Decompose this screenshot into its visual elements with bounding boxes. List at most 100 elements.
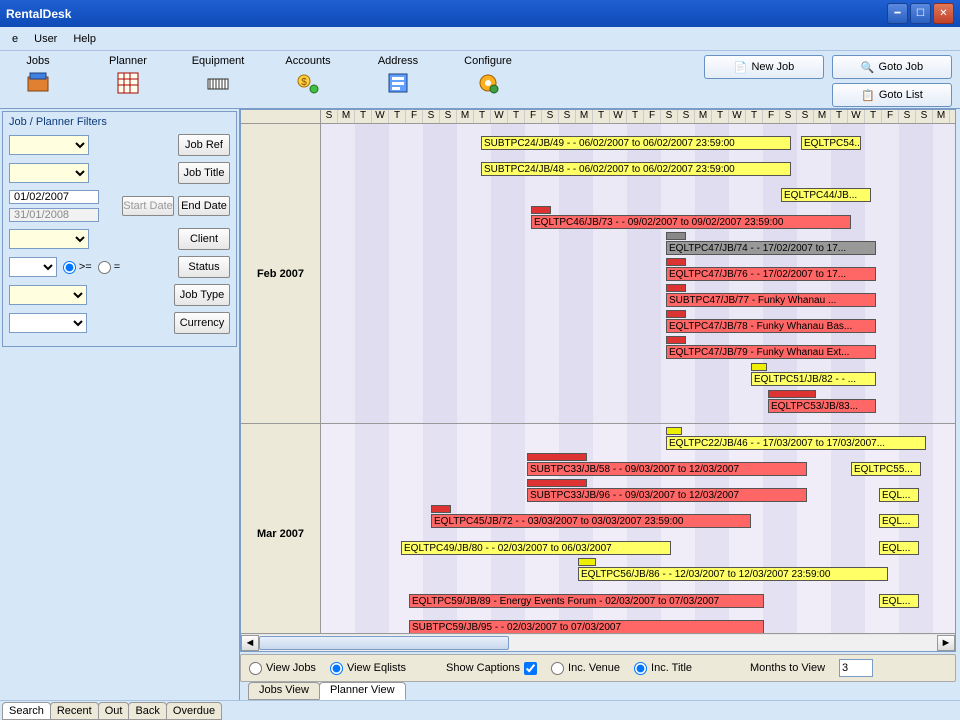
start-date-button[interactable]: Start Date [122,196,174,216]
gantt-bar[interactable]: EQLTPC53/JB/83... [768,399,876,413]
gantt-chart: SMTWTFSSMTWTFSSMTWTFSSMTWTFSSMTWTFSSM Fe… [240,109,956,652]
gantt-bar[interactable]: EQLTPC45/JB/72 - - 03/03/2007 to 03/03/2… [431,514,751,528]
tab-out[interactable]: Out [98,702,130,720]
planner-view: SMTWTFSSMTWTFSSMTWTFSSMTWTFSSMTWTFSSM Fe… [240,109,960,700]
toolbar-address[interactable]: Address [368,55,428,95]
vieweqlists-radio[interactable]: View Eqlists [330,662,406,675]
gantt-pill[interactable] [768,390,816,398]
gantt-bar[interactable]: EQLTPC56/JB/86 - - 12/03/2007 to 12/03/2… [578,567,888,581]
currency-combo[interactable] [9,313,87,333]
gantt-bar[interactable]: EQLTPC54... [801,136,861,150]
gantt-bar[interactable]: EQLTPC47/JB/76 - - 17/02/2007 to 17... [666,267,876,281]
gantt-pill[interactable] [666,258,686,266]
months-spinbox[interactable] [839,659,873,677]
viewjobs-radio[interactable]: View Jobs [249,662,316,675]
jobref-combo[interactable] [9,135,89,155]
goto-list-button[interactable]: 📋 Goto List [832,83,952,107]
gantt-bar[interactable]: EQL... [879,541,919,555]
end-date-button[interactable]: End Date [178,196,230,216]
toolbar-equipment[interactable]: Equipment [188,55,248,95]
status-combo[interactable] [9,257,57,277]
menu-help[interactable]: Help [65,30,104,48]
gantt-bar[interactable]: SUBTPC33/JB/58 - - 09/03/2007 to 12/03/2… [527,462,807,476]
gantt-bar[interactable]: EQLTPC46/JB/73 - - 09/02/2007 to 09/02/2… [531,215,851,229]
minimize-button[interactable]: ━ [887,3,908,24]
menu-e[interactable]: e [4,30,26,48]
jobtype-combo[interactable] [9,285,87,305]
close-button[interactable]: ✕ [933,3,954,24]
toolbar-accounts[interactable]: Accounts $ [278,55,338,95]
scroll-right-icon[interactable]: ► [937,635,955,651]
gantt-bar[interactable]: SUBTPC33/JB/96 - - 09/03/2007 to 12/03/2… [527,488,807,502]
gantt-pill[interactable] [666,232,686,240]
goto-job-button[interactable]: 🔍 Goto Job [832,55,952,79]
toolbar-jobs[interactable]: Jobs [8,55,68,95]
new-job-button[interactable]: 📄 New Job [704,55,824,79]
gantt-bar[interactable]: EQLTPC22/JB/46 - - 17/03/2007 to 17/03/2… [666,436,926,450]
start-date-input[interactable] [9,190,99,204]
tab-back[interactable]: Back [128,702,166,720]
tab-recent[interactable]: Recent [50,702,99,720]
gantt-pill[interactable] [751,363,767,371]
tab-jobs-view[interactable]: Jobs View [248,682,320,700]
gantt-pill[interactable] [431,505,451,513]
gantt-pill[interactable] [531,206,551,214]
client-button[interactable]: Client [178,228,230,250]
gantt-pill[interactable] [578,558,596,566]
scroll-left-icon[interactable]: ◄ [241,635,259,651]
status-button[interactable]: Status [178,256,230,278]
gantt-bar[interactable]: EQLTPC44/JB... [781,188,871,202]
day-header-cell: T [627,110,644,123]
gantt-pill[interactable] [666,284,686,292]
gantt-bar[interactable]: EQL... [879,514,919,528]
horizontal-scrollbar[interactable]: ◄ ► [241,633,955,651]
gantt-pill[interactable] [666,427,682,435]
end-date-input[interactable] [9,208,99,222]
jobtype-button[interactable]: Job Type [174,284,230,306]
status-ge-radio[interactable] [63,261,76,274]
gantt-pill[interactable] [527,479,587,487]
gantt-bar[interactable]: EQLTPC51/JB/82 - - ... [751,372,876,386]
gantt-bar[interactable]: EQLTPC59/JB/89 - Energy Events Forum - 0… [409,594,764,608]
jobref-button[interactable]: Job Ref [178,134,230,156]
gantt-bar[interactable]: EQLTPC47/JB/79 - Funky Whanau Ext... [666,345,876,359]
jobtitle-button[interactable]: Job Title [178,162,230,184]
day-header-cell: F [882,110,899,123]
day-header-cell: F [525,110,542,123]
gantt-bar[interactable]: SUBTPC47/JB/77 - Funky Whanau ... [666,293,876,307]
gantt-pill[interactable] [666,336,686,344]
view-controls: View Jobs View Eqlists Show Captions Inc… [240,654,956,682]
day-header-cell: W [729,110,746,123]
scroll-thumb[interactable] [259,636,509,650]
gantt-bar[interactable]: EQL... [879,594,919,608]
address-icon [386,71,410,95]
inctitle-radio[interactable]: Inc. Title [634,662,692,675]
day-header-cell: S [321,110,338,123]
jobtitle-combo[interactable] [9,163,89,183]
gantt-bar[interactable]: EQLTPC49/JB/80 - - 02/03/2007 to 06/03/2… [401,541,671,555]
tab-overdue[interactable]: Overdue [166,702,222,720]
gantt-bar[interactable]: SUBTPC24/JB/49 - - 06/02/2007 to 06/02/2… [481,136,791,150]
menu-user[interactable]: User [26,30,65,48]
gantt-pill[interactable] [527,453,587,461]
day-header-cell: T [593,110,610,123]
gantt-bar[interactable]: EQLTPC47/JB/74 - - 17/02/2007 to 17... [666,241,876,255]
showcaptions-check[interactable]: Show Captions [446,662,537,675]
gantt-bar[interactable]: EQLTPC55... [851,462,921,476]
gantt-bar[interactable]: EQLTPC47/JB/78 - Funky Whanau Bas... [666,319,876,333]
toolbar-planner[interactable]: Planner [98,55,158,95]
app-title: RentalDesk [6,7,71,21]
gantt-bar[interactable]: SUBTPC59/JB/95 - - 02/03/2007 to 07/03/2… [409,620,764,633]
currency-button[interactable]: Currency [174,312,230,334]
gantt-bar[interactable]: EQL... [879,488,919,502]
tab-search[interactable]: Search [2,702,51,720]
incvenue-radio[interactable]: Inc. Venue [551,662,620,675]
gantt-bar[interactable]: SUBTPC24/JB/48 - - 06/02/2007 to 06/02/2… [481,162,791,176]
toolbar-configure[interactable]: Configure [458,55,518,95]
maximize-button[interactable]: ☐ [910,3,931,24]
client-combo[interactable] [9,229,89,249]
gantt-pill[interactable] [666,310,686,318]
status-eq-radio[interactable] [98,261,111,274]
tab-planner-view[interactable]: Planner View [319,682,406,700]
day-header-cell: F [644,110,661,123]
